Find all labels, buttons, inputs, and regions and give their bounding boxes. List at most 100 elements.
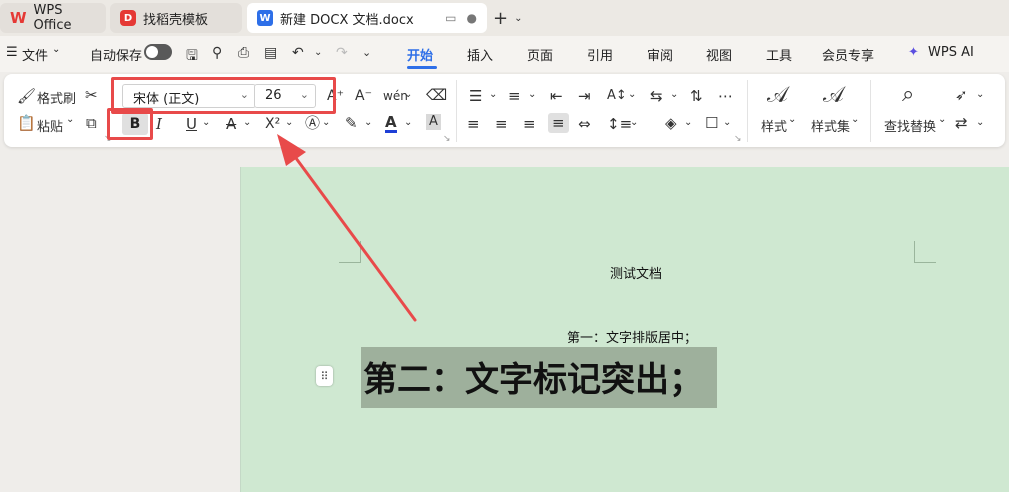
chevron-down-icon[interactable]: ⌄ <box>514 13 522 24</box>
file-menu[interactable]: 文件 <box>22 45 48 64</box>
font-color-button[interactable]: A <box>385 114 397 133</box>
chevron-down-icon[interactable]: ⌄ <box>976 115 984 131</box>
paragraph-drag-handle-icon[interactable]: ⠿ <box>316 366 333 386</box>
chevron-down-icon[interactable]: ⌄ <box>314 47 322 58</box>
save-icon[interactable]: 🖫 <box>186 45 198 69</box>
tab-templates[interactable]: D 找稻壳模板 <box>110 3 242 33</box>
bold-annotation-box <box>107 108 153 140</box>
select-cursor-icon[interactable]: ➶ <box>955 87 968 103</box>
chevron-down-icon[interactable]: ⌄ <box>851 114 859 125</box>
close-dot-icon[interactable]: ● <box>467 11 477 25</box>
tab-tools[interactable]: 工具 <box>766 45 792 64</box>
chevron-down-icon[interactable]: ⌄ <box>788 114 796 125</box>
align-left-icon[interactable]: ≡ <box>467 116 480 132</box>
hamburger-icon[interactable]: ☰ <box>6 45 18 60</box>
underline-button[interactable]: U <box>186 116 197 132</box>
align-right-icon[interactable]: ≡ <box>523 116 536 132</box>
more-chevron-icon[interactable]: ⌄ <box>362 46 371 59</box>
chevron-down-icon[interactable]: ⌄ <box>52 44 60 55</box>
redo-icon[interactable]: ↷ <box>336 45 348 61</box>
tab-member[interactable]: 会员专享 <box>822 45 874 64</box>
window-icon[interactable]: ▭ <box>445 11 456 25</box>
text-effect-icon[interactable]: Ⓐ <box>305 115 320 131</box>
justify-icon[interactable]: ≡ <box>548 113 569 133</box>
tab-references[interactable]: 引用 <box>587 45 613 64</box>
print-icon[interactable]: ⎙ <box>238 45 249 61</box>
chevron-down-icon[interactable]: ⌄ <box>528 87 536 103</box>
wps-logo-icon: W <box>10 9 27 27</box>
align-center-icon[interactable]: ≡ <box>495 116 508 132</box>
sort-icon[interactable]: ⇅ <box>690 88 703 104</box>
chevron-down-icon[interactable]: ⌄ <box>404 87 412 103</box>
line-break-icon[interactable]: ⇆ <box>650 88 663 104</box>
bullet-list-icon[interactable]: ☰ <box>469 88 482 104</box>
tab-label: 新建 DOCX 文档.docx <box>280 12 414 28</box>
text-direction-icon[interactable]: A↕ <box>607 88 627 104</box>
undo-icon[interactable]: ↶ <box>292 45 304 61</box>
font-shrink-icon[interactable]: A⁻ <box>355 88 372 104</box>
paste-button[interactable]: 粘贴 <box>37 116 63 135</box>
eraser-icon[interactable]: ⌫ <box>426 87 447 103</box>
highlight-pen-icon[interactable]: ✎ <box>345 115 358 131</box>
print-preview-icon[interactable]: ▤ <box>264 45 277 61</box>
document-title-text[interactable]: 测试文档 <box>610 263 662 282</box>
ribbon-divider <box>456 80 457 142</box>
chevron-down-icon[interactable]: ⌄ <box>364 115 372 131</box>
tab-insert[interactable]: 插入 <box>467 45 493 64</box>
styles-button[interactable]: 样式 <box>761 116 787 135</box>
strikethrough-button[interactable]: A <box>226 116 236 132</box>
chevron-down-icon[interactable]: ⌄ <box>670 87 678 103</box>
style-set-button[interactable]: 样式集 <box>811 116 850 135</box>
document-line-1[interactable]: 第一：文字排版居中； <box>567 327 697 346</box>
line-spacing-icon[interactable]: ↕≡ <box>607 116 632 132</box>
chevron-down-icon[interactable]: ⌄ <box>66 114 74 125</box>
chevron-down-icon[interactable]: ⌄ <box>202 115 210 131</box>
wps-ai-icon: ✦ <box>908 45 919 60</box>
shading-icon[interactable]: ◈ <box>665 115 677 131</box>
distribute-icon[interactable]: ⇔ <box>578 116 591 132</box>
scissors-icon[interactable]: ✂ <box>85 87 98 103</box>
chevron-down-icon[interactable]: ⌄ <box>684 115 692 131</box>
chevron-down-icon[interactable]: ⌄ <box>976 87 984 103</box>
border-icon[interactable]: ☐ <box>705 115 718 131</box>
tab-document[interactable]: W 新建 DOCX 文档.docx ▭ ● <box>247 3 487 33</box>
tab-wps-office[interactable]: W WPS Office <box>0 3 106 33</box>
new-tab-button[interactable]: + ⌄ <box>493 8 522 29</box>
char-shading-icon[interactable]: A <box>426 114 441 130</box>
autosave-toggle[interactable] <box>144 44 172 60</box>
chevron-down-icon[interactable]: ⌄ <box>489 87 497 103</box>
numbered-list-icon[interactable]: ≡ <box>508 88 521 104</box>
document-line-2[interactable]: 第二：文字标记突出； <box>363 352 703 401</box>
convert-icon[interactable]: ⇄ <box>955 115 968 131</box>
paragraph-expand-icon[interactable]: ↘ <box>734 134 742 144</box>
font-expand-icon[interactable]: ↘ <box>443 134 451 144</box>
chevron-down-icon[interactable]: ⌄ <box>723 115 731 131</box>
share-icon[interactable]: ⚲ <box>212 45 222 61</box>
tab-home[interactable]: 开始 <box>407 45 433 64</box>
find-replace-button[interactable]: 查找替换 <box>884 116 936 135</box>
superscript-button[interactable]: X² <box>265 116 280 132</box>
tab-view[interactable]: 视图 <box>706 45 732 64</box>
tab-page[interactable]: 页面 <box>527 45 553 64</box>
chevron-down-icon[interactable]: ⌄ <box>243 115 251 131</box>
show-marks-icon[interactable]: ⋯ <box>718 88 733 104</box>
decrease-indent-icon[interactable]: ⇤ <box>550 88 563 104</box>
styles-icon: 𝒜 <box>767 83 788 108</box>
italic-button[interactable]: I <box>156 116 162 132</box>
format-painter-icon: 🖌 <box>17 87 37 105</box>
tab-label: WPS Office <box>33 3 72 33</box>
chevron-down-icon[interactable]: ⌄ <box>938 114 946 125</box>
chevron-down-icon[interactable]: ⌄ <box>322 115 330 131</box>
crop-mark-left <box>339 241 361 263</box>
chevron-down-icon[interactable]: ⌄ <box>404 115 412 131</box>
tab-wps-ai[interactable]: WPS AI <box>928 45 974 60</box>
format-painter-button[interactable]: 格式刷 <box>37 88 76 107</box>
increase-indent-icon[interactable]: ⇥ <box>578 88 591 104</box>
plus-icon: + <box>493 8 509 29</box>
tab-review[interactable]: 审阅 <box>647 45 673 64</box>
chevron-down-icon[interactable]: ⌄ <box>630 115 638 131</box>
chevron-down-icon[interactable]: ⌄ <box>628 87 636 103</box>
word-doc-icon: W <box>257 10 273 26</box>
chevron-down-icon[interactable]: ⌄ <box>285 115 293 131</box>
copy-icon[interactable]: ⧉ <box>86 115 97 131</box>
